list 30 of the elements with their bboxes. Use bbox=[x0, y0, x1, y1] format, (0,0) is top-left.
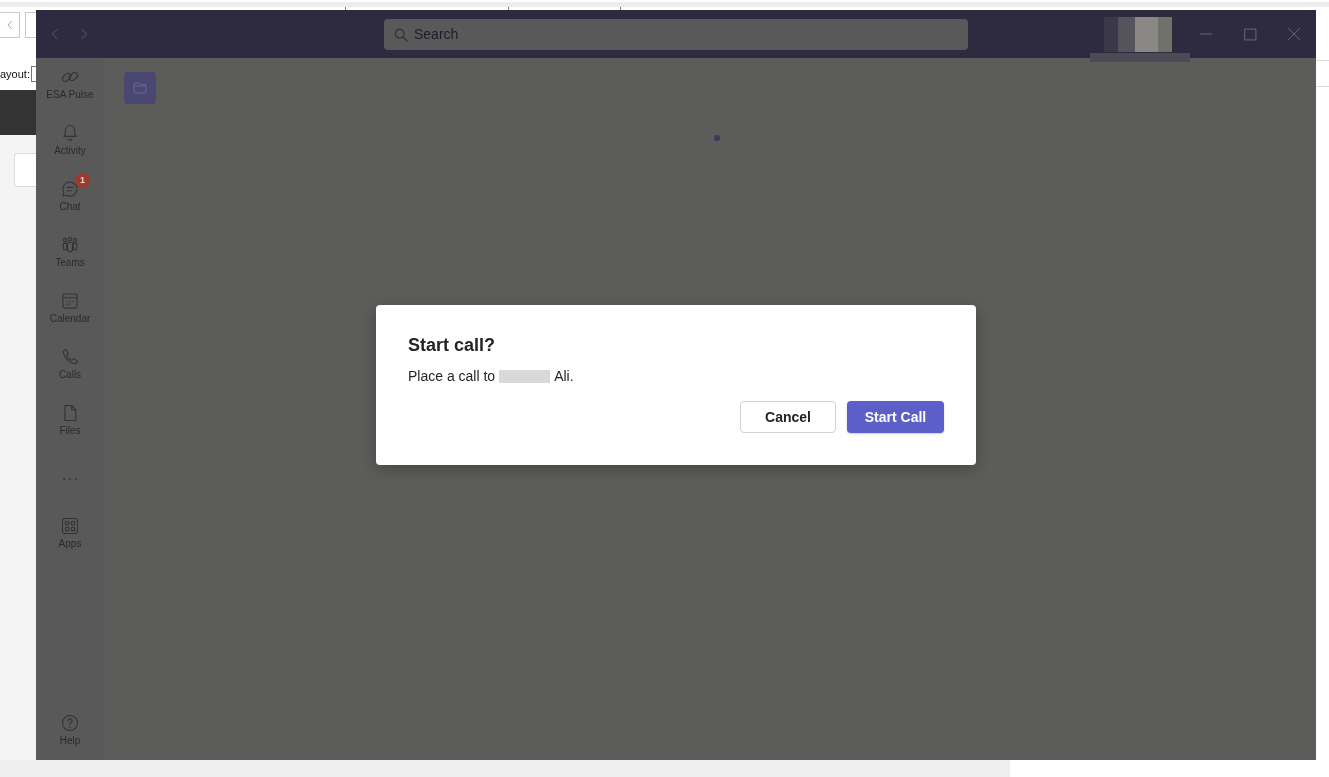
app-grid-icon bbox=[60, 516, 80, 536]
search-icon bbox=[393, 26, 409, 43]
redacted-name-block bbox=[499, 369, 551, 383]
avatar-placeholder[interactable] bbox=[1104, 16, 1172, 52]
unread-count-badge: 1 bbox=[75, 173, 90, 188]
ruler-tick bbox=[345, 7, 346, 10]
message-text: Place a call to bbox=[408, 368, 496, 384]
calendar-icon bbox=[60, 291, 80, 311]
loading-dot-icon bbox=[714, 135, 720, 141]
back-button[interactable] bbox=[0, 12, 20, 38]
message-text: Ali. bbox=[554, 368, 574, 384]
start-call-button[interactable]: Start Call bbox=[847, 401, 944, 433]
layout-select[interactable] bbox=[30, 66, 36, 82]
chat-bubble-icon bbox=[60, 179, 80, 199]
toolbar-button[interactable] bbox=[25, 12, 36, 38]
ruler-tick bbox=[620, 7, 621, 10]
dark-header-band bbox=[0, 90, 36, 135]
help-icon bbox=[60, 713, 80, 733]
cancel-button[interactable]: Cancel bbox=[740, 401, 836, 433]
bell-icon bbox=[60, 123, 80, 143]
dialog-title: Start call? bbox=[408, 334, 497, 357]
people-group-icon bbox=[60, 235, 80, 255]
layout-label: ayout: bbox=[0, 68, 30, 80]
folder-button[interactable] bbox=[124, 72, 156, 104]
ruler-tick bbox=[508, 7, 509, 10]
folder-icon bbox=[132, 80, 148, 96]
maximize-icon[interactable] bbox=[1243, 27, 1257, 41]
close-icon[interactable] bbox=[1287, 27, 1301, 41]
search-field[interactable]: Search bbox=[384, 18, 968, 50]
phone-icon bbox=[60, 347, 80, 367]
